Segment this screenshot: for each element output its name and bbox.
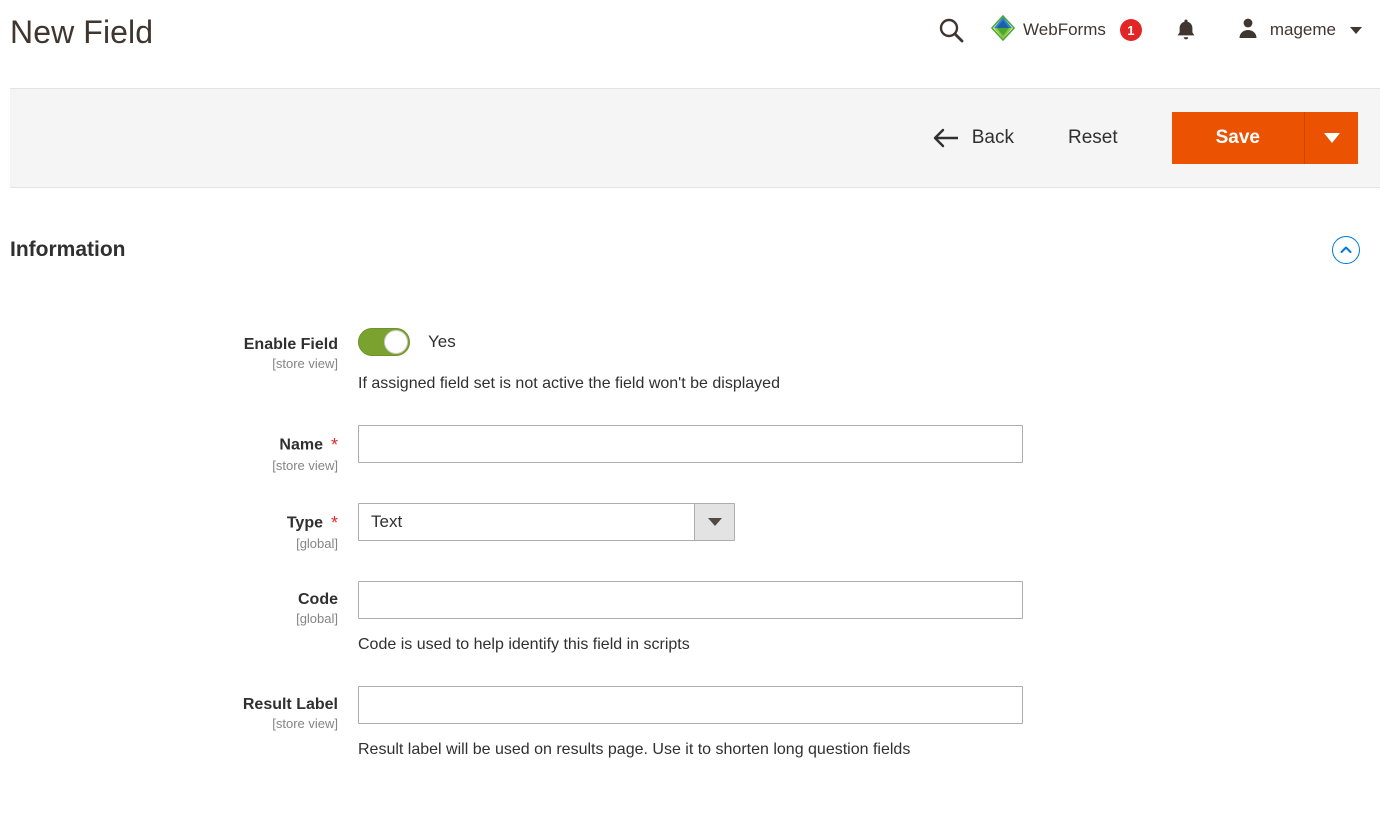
webforms-badge: 1	[1119, 19, 1142, 41]
save-options-button[interactable]	[1304, 112, 1358, 164]
field-row-result-label: Result Label [store view] Result label w…	[10, 685, 1380, 761]
webforms-logo-icon	[990, 14, 1016, 46]
chevron-down-icon[interactable]	[694, 503, 734, 540]
header-actions: WebForms 1 mageme	[925, 12, 1366, 48]
field-label-text: Code	[298, 590, 338, 608]
field-scope: [store view]	[272, 457, 338, 473]
user-name: mageme	[1269, 20, 1336, 39]
field-row-name: Name * [store view]	[10, 424, 1380, 473]
enable-field-toggle-label: Yes	[428, 332, 456, 351]
save-split-button: Save	[1171, 112, 1358, 164]
field-label-text: Enable Field	[243, 336, 338, 353]
back-button[interactable]: Back	[918, 119, 1028, 157]
field-control-type: Text	[350, 502, 1380, 541]
information-form: Enable Field [store view] Yes If assigne…	[10, 326, 1380, 760]
enable-field-toggle-row: Yes	[358, 326, 1380, 358]
information-section: Information Enable Field [store view] Ye…	[0, 236, 1390, 760]
field-row-type: Type * [global] Text	[10, 502, 1380, 551]
field-label-text: Name	[279, 436, 323, 454]
field-control-enable-field: Yes If assigned field set is not active …	[350, 326, 1380, 395]
required-indicator: *	[330, 434, 338, 455]
field-label-text: Result Label	[242, 695, 338, 713]
code-note: Code is used to help identify this field…	[358, 635, 690, 653]
result-label-note: Result label will be used on results pag…	[358, 740, 911, 758]
user-menu[interactable]: mageme	[1220, 16, 1366, 45]
required-indicator: *	[330, 512, 338, 533]
chevron-up-circle-icon[interactable]	[1332, 236, 1360, 264]
field-label-enable-field: Enable Field [store view]	[10, 326, 350, 371]
field-control-result-label: Result label will be used on results pag…	[350, 685, 1380, 761]
code-input[interactable]	[358, 580, 1023, 619]
enable-field-toggle[interactable]	[358, 328, 410, 356]
result-label-input[interactable]	[358, 685, 1023, 724]
section-title: Information	[10, 238, 126, 261]
back-button-label: Back	[971, 127, 1014, 148]
field-row-enable-field: Enable Field [store view] Yes If assigne…	[10, 326, 1380, 395]
type-select[interactable]: Text	[358, 502, 735, 541]
field-row-code: Code [global] Code is used to help ident…	[10, 580, 1380, 656]
webforms-link[interactable]: WebForms 1	[977, 12, 1152, 48]
field-control-code: Code is used to help identify this field…	[350, 580, 1380, 656]
field-label-name: Name * [store view]	[10, 425, 350, 473]
field-scope: [store view]	[272, 356, 338, 371]
field-label-text: Type	[286, 514, 323, 532]
caret-glyph	[707, 517, 722, 526]
name-input[interactable]	[358, 424, 1023, 463]
page-header: New Field WebForms 1 mageme	[0, 0, 1390, 88]
field-label-type: Type * [global]	[10, 503, 350, 551]
webforms-label: WebForms	[1023, 20, 1106, 39]
field-scope: [global]	[296, 535, 338, 551]
chevron-down-icon	[1350, 26, 1362, 34]
notifications-bell-icon[interactable]	[1152, 12, 1220, 48]
reset-button[interactable]: Reset	[1054, 119, 1132, 157]
field-scope: [store view]	[272, 715, 338, 731]
save-button[interactable]: Save	[1171, 112, 1304, 164]
user-avatar-icon	[1236, 16, 1260, 45]
field-label-result-label: Result Label [store view]	[10, 686, 350, 731]
search-icon[interactable]	[925, 12, 977, 48]
information-section-header: Information	[10, 236, 1380, 264]
enable-field-note: If assigned field set is not active the …	[358, 375, 780, 392]
reset-button-label: Reset	[1067, 127, 1118, 148]
arrow-left-icon	[932, 128, 960, 148]
chevron-down-icon	[1323, 133, 1340, 143]
page-actions-toolbar: Back Reset Save	[10, 88, 1380, 188]
toggle-knob	[384, 330, 408, 354]
field-scope: [global]	[296, 610, 338, 626]
field-label-code: Code [global]	[10, 581, 350, 626]
field-control-name	[350, 424, 1380, 463]
type-select-value: Text	[371, 511, 403, 531]
page-title: New Field	[10, 14, 154, 50]
